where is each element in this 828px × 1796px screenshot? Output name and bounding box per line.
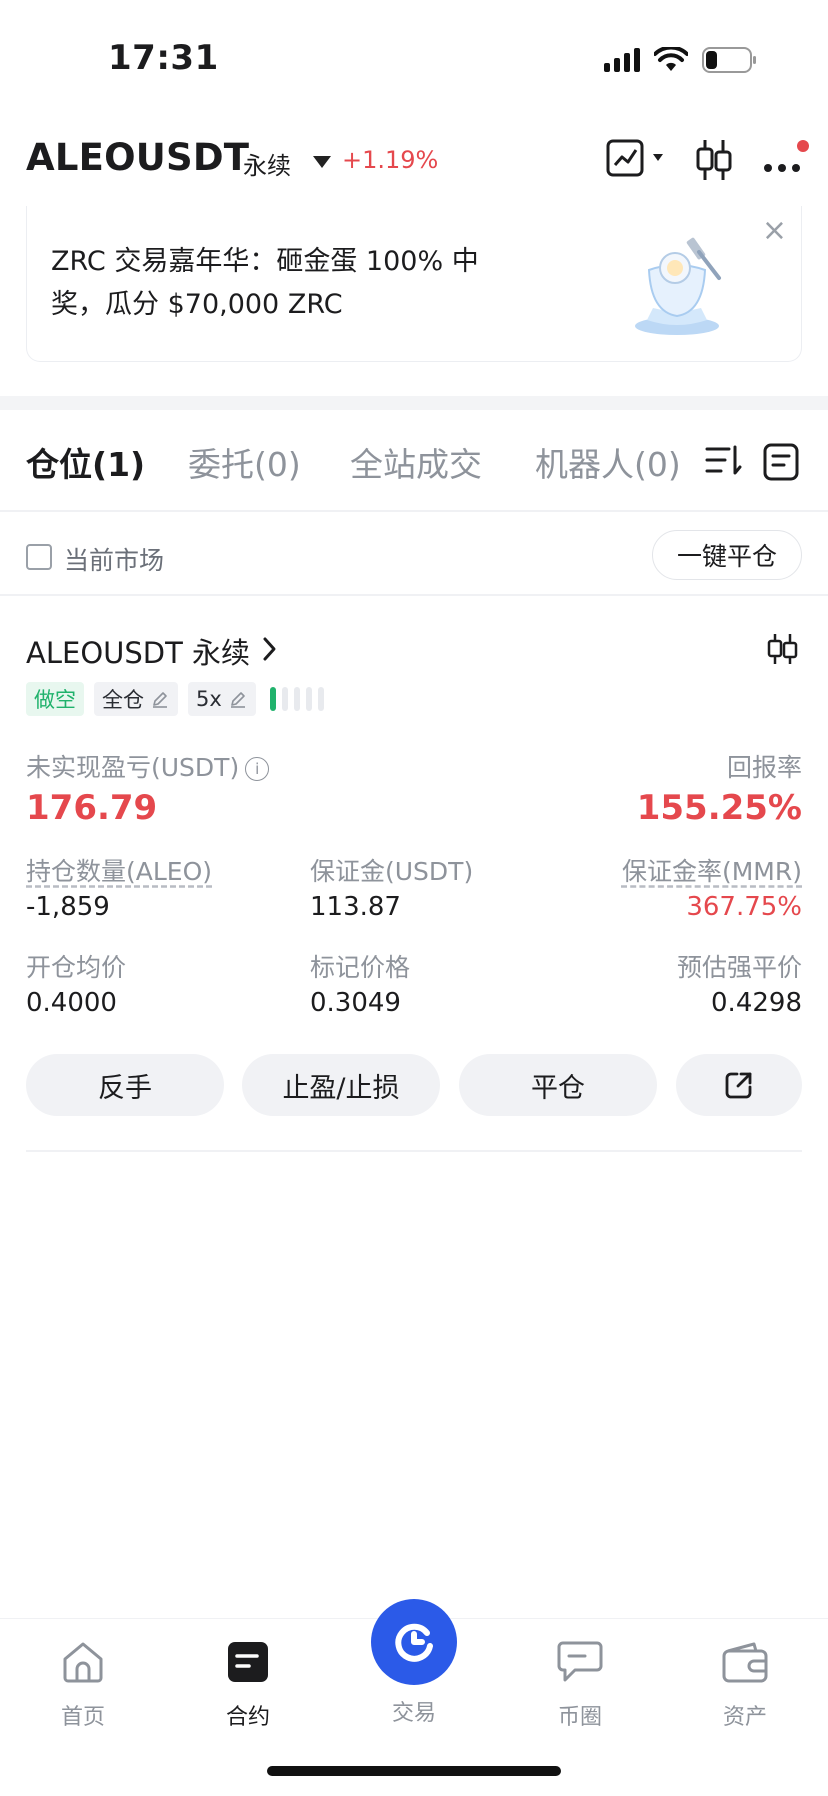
mark-price-label: 标记价格 [310,953,411,982]
position-chart-icon[interactable] [766,632,798,666]
price-change: +1.19% [342,146,439,174]
liq-price-label: 预估强平价 [676,953,802,982]
golden-egg-illustration [635,237,721,335]
leverage-tag[interactable]: 5x [188,682,256,716]
trading-header: ALEOUSDT 永续 +1.19% [0,130,828,194]
risk-bar [269,687,276,711]
margin-mode-label: 全仓 [102,688,144,712]
sort-icon[interactable] [704,442,744,480]
info-icon[interactable]: i [245,757,270,781]
trade-fab-button[interactable] [371,1599,457,1685]
position-tags: 做空 全仓 5x [26,682,324,716]
share-external-icon [725,1072,752,1099]
trend-chart-icon [606,139,663,177]
battery-icon [702,47,756,73]
tp-sl-button[interactable]: 止盈/止损 [242,1054,440,1116]
current-market-label[interactable]: 当前市场 [64,541,164,577]
more-dots-icon [764,140,809,172]
position-symbol[interactable]: ALEOUSDT 永续 [26,630,250,672]
roe-value: 155.25% [636,788,802,828]
tab-market-trades[interactable]: 全站成交 [350,438,482,486]
mark-price-value: 0.3049 [310,988,401,1018]
filter-row: 当前市场 一键平仓 [0,530,828,600]
home-icon [63,1642,103,1683]
risk-bar [293,687,300,711]
liq-price-value: 0.4298 [711,988,802,1018]
stats-row-2: 开仓均价 0.4000 标记价格 0.3049 预估强平价 0.4298 [26,948,802,1024]
close-position-button[interactable]: 平仓 [459,1054,657,1116]
position-header[interactable]: ALEOUSDT 永续 [0,626,828,672]
nav-community-label: 币圈 [557,1705,602,1730]
chevron-right-icon [263,637,276,661]
card-divider [26,1150,802,1152]
nav-assets-label: 资产 [722,1705,767,1730]
unrealized-pnl-label: 未实现盈亏(USDT) i [26,748,270,784]
risk-bar [305,687,312,711]
margin-ratio-label[interactable]: 保证金率(MMR) [622,852,802,888]
cellular-signal-icon [604,48,640,72]
nav-home[interactable]: 首页 [23,1639,143,1731]
risk-bar [317,687,324,711]
position-tabs: 仓位(1) 委托(0) 全站成交 机器人(0) [0,430,828,490]
edit-pencil-icon [230,692,245,708]
status-icons [604,46,758,74]
reverse-button[interactable]: 反手 [26,1054,224,1116]
wifi-icon [654,47,688,71]
position-size-label[interactable]: 持仓数量(ALEO) [26,852,212,888]
pnl-row: 未实现盈亏(USDT) i 176.79 回报率 155.25% [26,748,802,828]
margin-mode-tag[interactable]: 全仓 [94,682,178,716]
margin-label: 保证金(USDT) [310,857,474,886]
risk-level-indicator [269,687,324,711]
leverage-label: 5x [196,687,222,711]
chart-dropdown-button[interactable] [606,138,670,182]
margin-ratio-value: 367.75% [686,892,802,922]
order-history-icon[interactable] [762,442,800,482]
nav-contract-label: 合约 [225,1705,270,1730]
entry-price-value: 0.4000 [26,988,117,1018]
tab-positions[interactable]: 仓位(1) [26,438,145,486]
stats-row-1: 持仓数量(ALEO) -1,859 保证金(USDT) 113.87 保证金率(… [26,852,802,928]
current-market-checkbox[interactable] [26,544,52,570]
tab-bots[interactable]: 机器人(0) [535,438,681,486]
section-divider [0,396,828,410]
nav-trade-label: 交易 [391,1701,436,1726]
position-size-value: -1,859 [26,892,110,922]
trade-icon [395,1623,433,1662]
nav-community[interactable]: 币圈 [520,1639,640,1731]
tabs-divider [0,510,828,512]
filter-divider [0,594,828,596]
pair-dropdown-icon[interactable] [313,156,331,168]
banner-close-icon[interactable]: × [762,216,787,246]
position-actions: 反手 止盈/止损 平仓 [26,1054,802,1118]
wallet-icon [722,1642,768,1683]
banner-text: ZRC 交易嘉年华：砸金蛋 100% 中奖，瓜分 $70,000 ZRC [51,246,479,320]
entry-price-label: 开仓均价 [26,953,127,982]
unrealized-pnl-value: 176.79 [26,788,158,828]
promo-banner[interactable]: ZRC 交易嘉年华：砸金蛋 100% 中奖，瓜分 $70,000 ZRC × [26,206,802,362]
contract-icon [228,1642,268,1682]
share-button[interactable] [676,1054,802,1116]
pair-title[interactable]: ALEOUSDT [26,136,249,179]
nav-assets[interactable]: 资产 [685,1639,805,1731]
close-all-button[interactable]: 一键平仓 [652,530,802,580]
contract-type[interactable]: 永续 [243,146,291,181]
nav-contract[interactable]: 合约 [188,1639,308,1731]
home-indicator [267,1766,561,1776]
candlestick-icon [696,140,732,180]
status-time: 17:31 [108,38,219,78]
nav-home-label: 首页 [60,1705,105,1730]
tab-orders[interactable]: 委托(0) [188,438,301,486]
kline-button[interactable] [694,138,734,186]
risk-bar [281,687,288,711]
side-tag: 做空 [26,682,84,716]
chat-icon [557,1641,603,1682]
margin-value: 113.87 [310,892,401,922]
more-button[interactable] [760,138,810,186]
edit-pencil-icon [153,692,167,708]
roe-label: 回报率 [726,753,802,782]
status-bar: 17:31 [0,0,828,110]
